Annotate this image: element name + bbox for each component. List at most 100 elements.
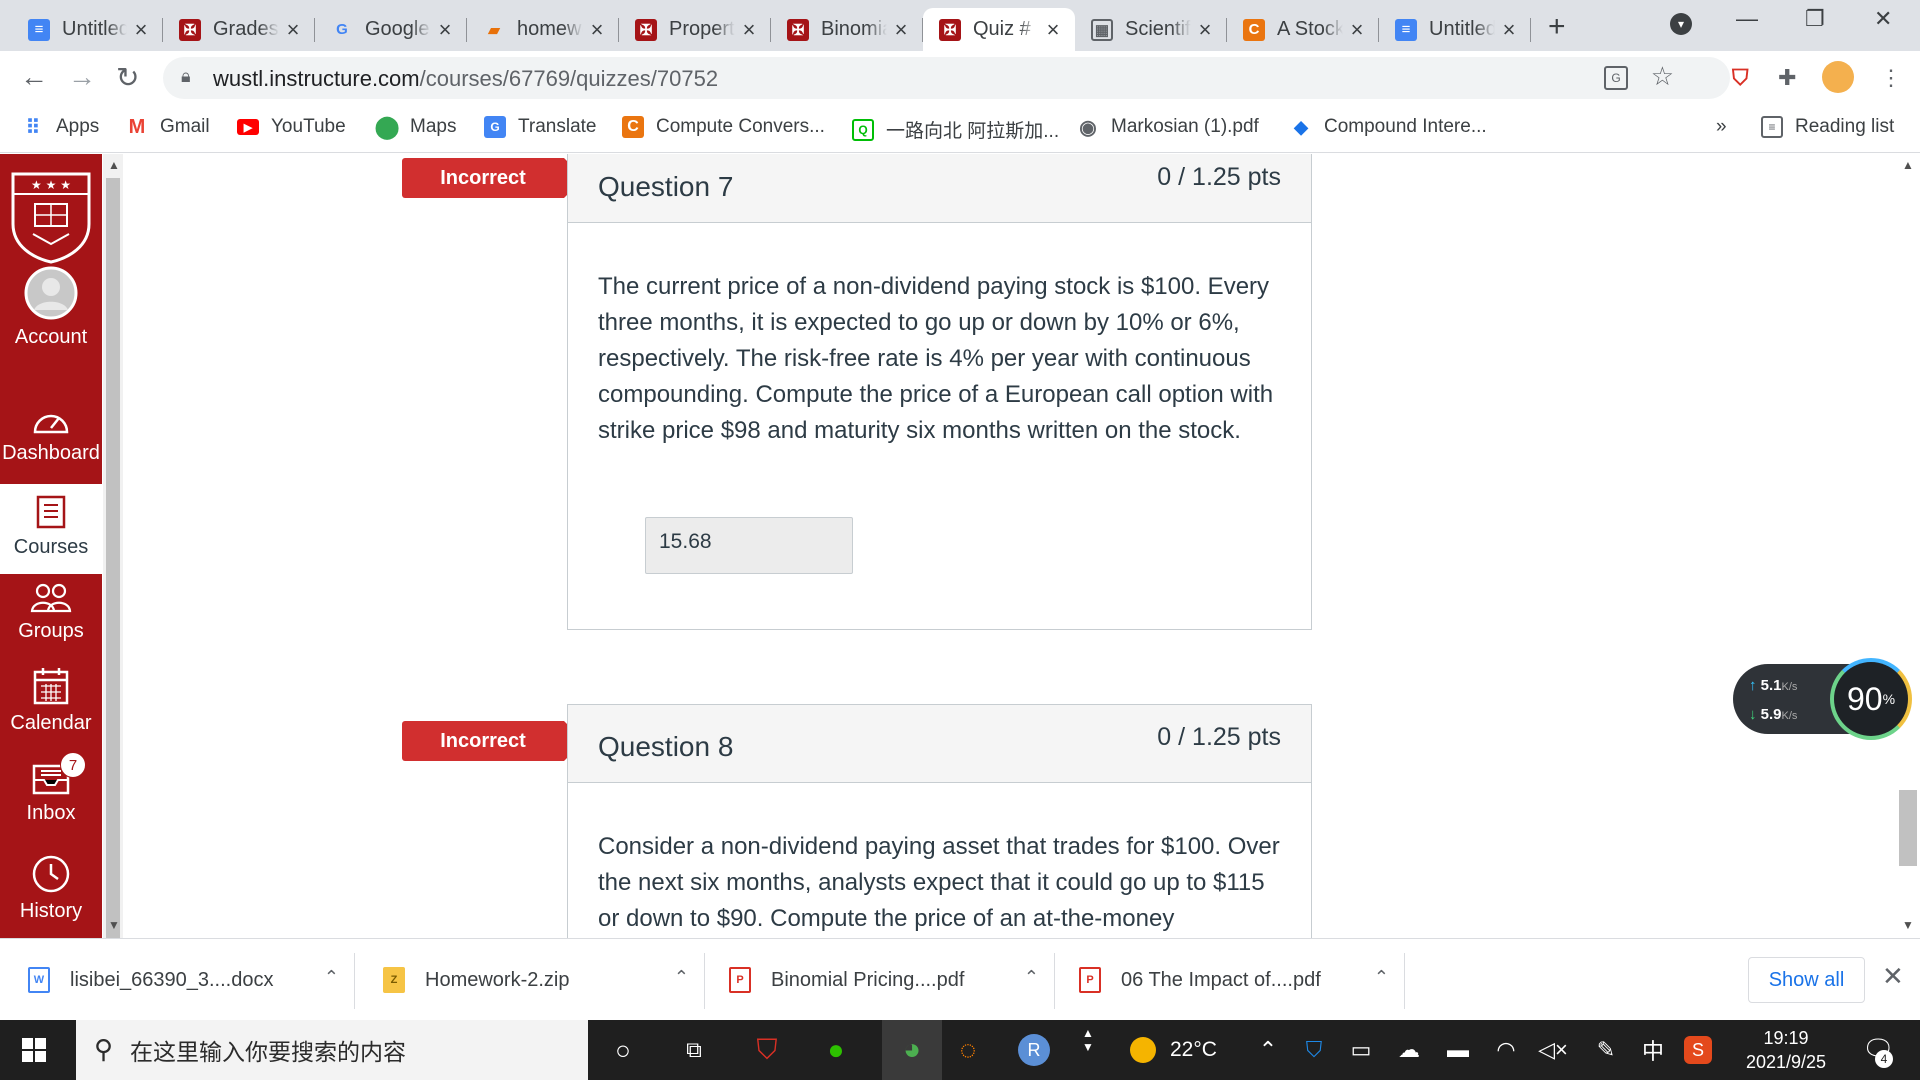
jupyter-icon[interactable]: ◌ <box>952 1034 984 1066</box>
page-scroll-thumb[interactable] <box>1899 790 1917 866</box>
tab-search-chevron-icon[interactable]: ▾ <box>1670 13 1692 35</box>
browser-tab[interactable]: ≡ Untitled × <box>12 8 163 51</box>
wifi-icon[interactable]: ◠ <box>1490 1034 1522 1066</box>
onedrive-cloud-icon[interactable]: ☁ <box>1393 1034 1425 1066</box>
bookmark-markosian[interactable]: ◉ Markosian (1).pdf <box>1077 116 1259 139</box>
defender-shield-icon[interactable]: ⛉ <box>1298 1034 1330 1066</box>
new-tab-plus-icon[interactable]: + <box>1548 10 1566 44</box>
browser-tab[interactable]: ✠ Binomial × <box>771 8 923 51</box>
close-downloads-icon[interactable]: ✕ <box>1882 961 1904 992</box>
windows-start-icon[interactable] <box>22 1038 46 1062</box>
bookmark-star-icon[interactable]: ☆ <box>1651 61 1674 92</box>
taskbar-search-box[interactable]: ⚲ 在这里输入你要搜索的内容 <box>76 1020 588 1080</box>
browser-tab-active[interactable]: ✠ Quiz # × <box>923 8 1075 51</box>
close-tab-icon[interactable]: × <box>1347 17 1367 43</box>
close-tab-icon[interactable]: × <box>891 17 911 43</box>
url-text[interactable]: wustl.instructure.com/courses/67769/quiz… <box>213 66 718 92</box>
task-view-icon[interactable]: ⧉ <box>678 1034 710 1066</box>
browser-tab[interactable]: ▦ Scientific × <box>1075 8 1227 51</box>
browser-tab[interactable]: ✠ Properties × <box>619 8 771 51</box>
browser-tab[interactable]: ≡ Untitled × <box>1379 8 1531 51</box>
nav-dashboard[interactable]: Dashboard <box>0 406 102 465</box>
close-tab-icon[interactable]: × <box>1195 17 1215 43</box>
show-hidden-icons-chevron-icon[interactable]: ⌃ <box>1252 1034 1284 1066</box>
convert-icon: C <box>622 116 644 138</box>
download-item[interactable]: Z Homework-2.zip ⌃ <box>355 939 705 1021</box>
page-scrollbar[interactable]: ▲ ▼ <box>1896 154 1920 938</box>
download-filename: Binomial Pricing....pdf <box>771 968 965 991</box>
mcafee-extension-icon[interactable]: ⛉ <box>1732 65 1749 91</box>
system-clock[interactable]: 19:19 2021/9/25 <box>1726 1026 1846 1074</box>
chevron-up-icon[interactable]: ⌃ <box>674 967 689 988</box>
lock-icon[interactable]: 🔒︎ <box>181 66 191 87</box>
browser-tab[interactable]: C A Stock × <box>1227 8 1379 51</box>
chevron-up-icon[interactable]: ⌃ <box>324 967 339 988</box>
scroll-down-arrow-icon[interactable]: ▼ <box>1902 918 1914 932</box>
close-tab-icon[interactable]: × <box>435 17 455 43</box>
browser-tab[interactable]: G Google × <box>315 8 467 51</box>
back-arrow-icon[interactable]: ← <box>20 61 48 93</box>
nav-calendar[interactable]: Calendar <box>0 666 102 735</box>
weather-widget[interactable]: 22°C <box>1130 1020 1217 1080</box>
mcafee-icon[interactable]: ⛉ <box>751 1034 783 1066</box>
bookmark-gmail[interactable]: M Gmail <box>126 116 210 138</box>
scroll-down-arrow-icon[interactable]: ▼ <box>108 918 120 932</box>
chevron-up-icon[interactable]: ⌃ <box>1024 967 1039 988</box>
battery-icon[interactable]: ▬ <box>1442 1034 1474 1066</box>
taskbar-scroll-icon[interactable]: ▲ ▼ <box>1072 1024 1104 1056</box>
address-bar[interactable]: 🔒︎ wustl.instructure.com/courses/67769/q… <box>163 57 1730 99</box>
nav-courses[interactable]: Courses <box>0 484 102 574</box>
restore-icon[interactable]: ❐ <box>1805 6 1825 32</box>
forward-arrow-icon[interactable]: → <box>68 61 96 93</box>
reload-icon[interactable]: ↻ <box>116 61 139 94</box>
chrome-icon[interactable]: ◕ <box>882 1020 942 1080</box>
close-tab-icon[interactable]: × <box>739 17 759 43</box>
show-all-downloads-button[interactable]: Show all <box>1748 957 1865 1003</box>
profile-avatar[interactable] <box>1822 61 1854 93</box>
close-tab-icon[interactable]: × <box>131 17 151 43</box>
close-window-icon[interactable]: ✕ <box>1874 6 1892 32</box>
close-tab-icon[interactable]: × <box>587 17 607 43</box>
wustl-shield-logo[interactable]: ★ ★ ★ <box>11 172 91 264</box>
network-speed-widget[interactable]: ↑ 5.1K/s ↓ 5.9K/s 90% <box>1733 658 1912 740</box>
close-tab-icon[interactable]: × <box>283 17 303 43</box>
browser-tab[interactable]: ▰ homework × <box>467 8 619 51</box>
bookmark-translate[interactable]: G Translate <box>484 116 597 138</box>
close-tab-icon[interactable]: × <box>1043 17 1063 43</box>
nav-scroll-thumb[interactable] <box>106 178 120 938</box>
nav-history[interactable]: History <box>0 854 102 923</box>
bookmark-youtube[interactable]: ▶ YouTube <box>237 116 346 138</box>
reading-list-button[interactable]: ≡ Reading list <box>1761 116 1894 138</box>
browser-tab[interactable]: ✠ Grades × <box>163 8 315 51</box>
download-item[interactable]: P Binomial Pricing....pdf ⌃ <box>705 939 1055 1021</box>
menu-kebab-icon[interactable]: ⋮ <box>1880 65 1902 91</box>
cortana-circle-icon[interactable]: ○ <box>607 1034 639 1066</box>
more-bookmarks-button[interactable]: » <box>1716 116 1727 138</box>
scroll-up-arrow-icon[interactable]: ▲ <box>1902 158 1914 172</box>
minimize-icon[interactable]: — <box>1736 6 1758 32</box>
convert-icon: C <box>1243 18 1265 41</box>
bookmark-apps[interactable]: ⠿ Apps <box>22 116 100 139</box>
download-item[interactable]: P 06 The Impact of....pdf ⌃ <box>1055 939 1405 1021</box>
device-icon[interactable]: ▭ <box>1345 1034 1377 1066</box>
bookmark-compound-interest[interactable]: ◆ Compound Intere... <box>1290 116 1487 138</box>
ime-mode[interactable]: 中 <box>1637 1034 1669 1066</box>
chevron-up-icon[interactable]: ⌃ <box>1374 967 1389 988</box>
download-item[interactable]: W lisibei_66390_3....docx ⌃ <box>0 939 355 1021</box>
translate-page-icon[interactable]: G <box>1604 66 1628 90</box>
sogou-input-icon[interactable]: S <box>1684 1036 1712 1064</box>
pen-icon[interactable]: ✎ <box>1590 1034 1622 1066</box>
volume-muted-icon[interactable]: ◁× <box>1537 1034 1569 1066</box>
nav-inbox[interactable]: 7 Inbox <box>0 752 102 825</box>
scroll-up-arrow-icon[interactable]: ▲ <box>108 158 120 172</box>
bookmark-maps[interactable]: ⬤ Maps <box>375 114 457 139</box>
nav-account[interactable]: Account <box>0 266 102 348</box>
extensions-puzzle-icon[interactable]: ✚ <box>1778 65 1796 91</box>
close-tab-icon[interactable]: × <box>1499 17 1519 43</box>
bookmark-compute-convers[interactable]: C Compute Convers... <box>622 116 825 138</box>
wechat-icon[interactable]: ● <box>820 1034 852 1066</box>
nav-groups[interactable]: Groups <box>0 582 102 643</box>
bookmark-iqiyi[interactable]: Q 一路向北 阿拉斯加... <box>852 116 1059 143</box>
r-studio-icon[interactable]: R <box>1018 1034 1050 1066</box>
nav-scrollbar[interactable]: ▲ ▼ <box>103 154 123 938</box>
